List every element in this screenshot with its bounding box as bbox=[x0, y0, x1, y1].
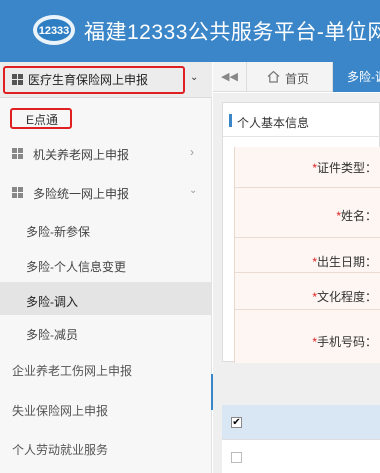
sidebar-item-xinxibiangeng[interactable]: 多险-个人信息变更 bbox=[26, 258, 126, 275]
panel-header: 个人基本信息 bbox=[223, 103, 380, 137]
tab-home[interactable]: 首页 bbox=[247, 62, 333, 92]
table-header: ✔ bbox=[222, 405, 380, 439]
grid-icon bbox=[12, 148, 23, 159]
app-header: 12333 福建12333公共服务平台-单位网 bbox=[0, 0, 380, 62]
table-row bbox=[222, 439, 380, 473]
chevron-down-icon: ⌄ bbox=[189, 185, 198, 196]
select-all-checkbox[interactable]: ✔ bbox=[231, 417, 242, 428]
personal-info-panel: 个人基本信息 *证件类型： *姓名： *出生日期： *文化程度： *手机号码： bbox=[222, 102, 380, 363]
row-divider bbox=[235, 237, 380, 238]
row-divider bbox=[235, 272, 380, 273]
sidebar-group-jiguan[interactable]: 机关养老网上申报 bbox=[33, 146, 129, 163]
field-name-label: *姓名： bbox=[336, 209, 377, 223]
sidebar-group-duoxian[interactable]: 多险统一网上申报 bbox=[33, 185, 129, 202]
grid-icon bbox=[12, 187, 23, 198]
field-id-type-label: *证件类型： bbox=[312, 161, 377, 175]
logo-text: 12333 bbox=[39, 25, 70, 37]
form-area: *证件类型： *姓名： *出生日期： *文化程度： *手机号码： bbox=[234, 147, 380, 363]
chevron-right-icon: › bbox=[190, 145, 194, 159]
sidebar-item-diaoru[interactable]: 多险-调入 bbox=[26, 293, 78, 310]
field-education-label: *文化程度： bbox=[312, 290, 377, 304]
sidebar-top-item[interactable]: 医疗生育保险网上申报 ⌄ bbox=[0, 62, 212, 98]
header-title: 福建12333公共服务平台-单位网 bbox=[84, 21, 380, 44]
sidebar-item-shiye[interactable]: 失业保险网上申报 bbox=[12, 402, 108, 419]
home-icon bbox=[267, 70, 280, 83]
field-birthdate-label: *出生日期： bbox=[312, 255, 377, 269]
main-content: 个人基本信息 *证件类型： *姓名： *出生日期： *文化程度： *手机号码： … bbox=[213, 93, 380, 473]
sidebar-item-xincanbao[interactable]: 多险-新参保 bbox=[26, 223, 90, 240]
logo-icon: 12333 bbox=[33, 15, 75, 45]
sidebar-item-qiye-yanglao[interactable]: 企业养老工伤网上申报 bbox=[12, 362, 132, 379]
tab-active[interactable]: 多险-调入 bbox=[333, 62, 380, 92]
row-divider bbox=[235, 309, 380, 310]
double-left-icon[interactable]: ◀◀ bbox=[213, 62, 247, 92]
tab-home-label: 首页 bbox=[285, 72, 310, 86]
grid-icon bbox=[12, 74, 23, 85]
tab-bar: ◀◀ 首页 多险-调入 bbox=[213, 62, 380, 92]
sidebar-top-label: 医疗生育保险网上申报 bbox=[28, 73, 149, 87]
field-mobile-label: *手机号码： bbox=[312, 335, 377, 349]
row-divider bbox=[235, 187, 380, 188]
panel-accent-bar bbox=[229, 114, 232, 127]
panel-title: 个人基本信息 bbox=[237, 116, 310, 130]
row-checkbox[interactable] bbox=[231, 452, 242, 463]
sidebar-item-laodong-jiuye[interactable]: 个人劳动就业服务 bbox=[12, 441, 108, 458]
sidebar-item-jianyuan[interactable]: 多险-减员 bbox=[26, 326, 78, 343]
chevron-down-icon: ⌄ bbox=[190, 72, 199, 83]
sidebar-item-epoint[interactable]: E点通 bbox=[26, 111, 58, 128]
